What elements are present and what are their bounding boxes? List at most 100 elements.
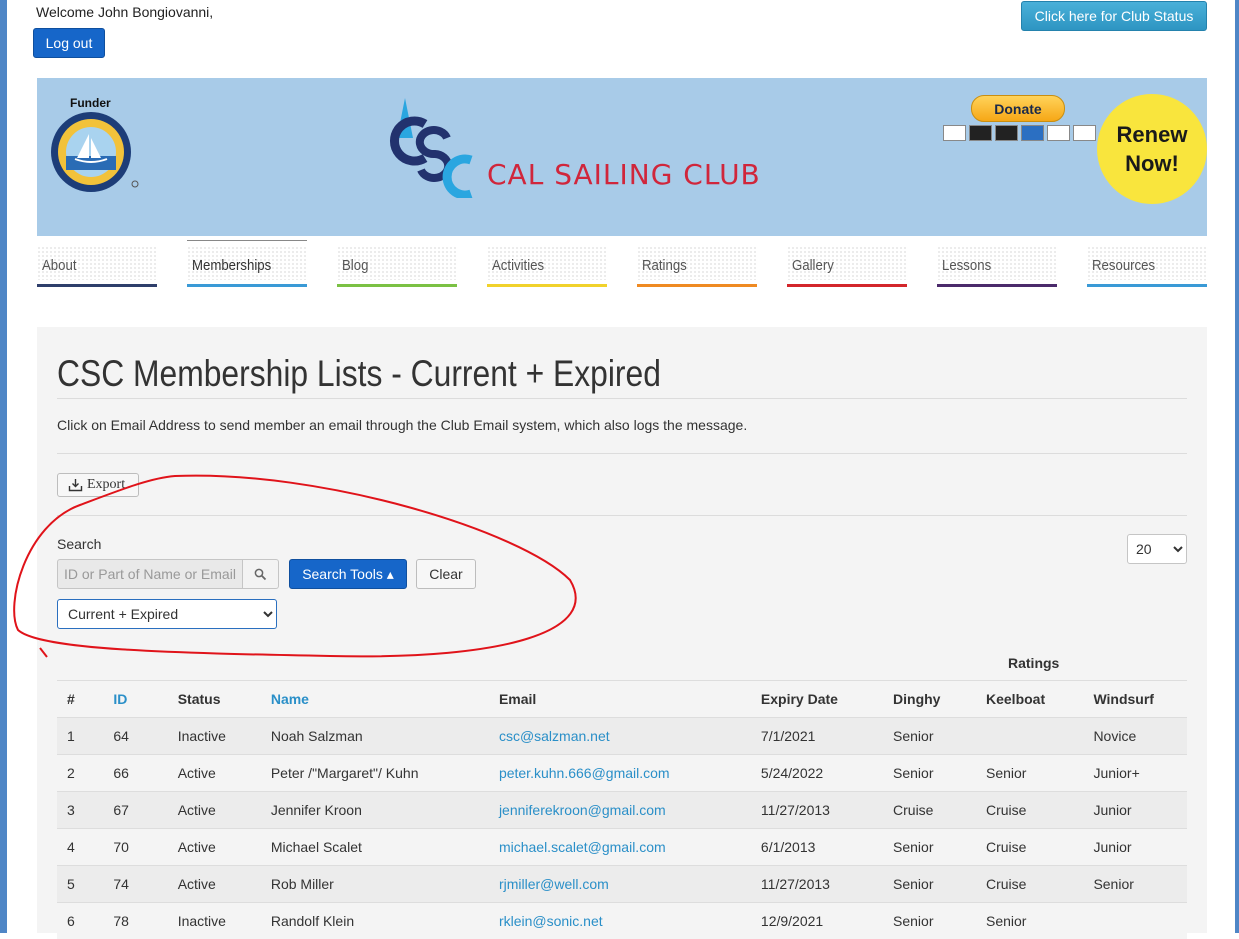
table-cell: 74 [103,866,167,903]
export-button[interactable]: Export [57,473,139,497]
table-cell: Michael Scalet [261,829,489,866]
nav-item-ratings[interactable]: Ratings [637,240,757,287]
nav-color-bar [37,284,157,287]
table-cell: 11/27/2013 [751,792,883,829]
table-body: 164InactiveNoah Salzmancsc@salzman.net7/… [57,718,1187,939]
intro-text: Click on Email Address to send member an… [57,417,747,433]
nav-item-label: Memberships [192,257,271,274]
column-header-keelboat: Keelboat [976,681,1083,718]
search-tools-button[interactable]: Search Tools ▴ [289,559,407,589]
welcome-message: Welcome John Bongiovanni, [36,4,213,20]
search-input[interactable] [57,559,243,589]
table-cell: Cruise [976,829,1083,866]
table-row: 470ActiveMichael Scaletmichael.scalet@gm… [57,829,1187,866]
ratings-group-header: Ratings [1008,655,1059,671]
logout-button[interactable]: Log out [33,28,105,58]
table-cell: Senior [883,718,976,755]
table-cell: Active [168,866,261,903]
table-cell: 67 [103,792,167,829]
donate-button[interactable]: Donate [971,95,1065,122]
member-email-link[interactable]: rklein@sonic.net [499,913,603,929]
status-filter-select[interactable]: Current + Expired [57,599,277,629]
column-header-email: Email [489,681,751,718]
table-cell: Senior [883,866,976,903]
nav-item-memberships[interactable]: Memberships [187,240,307,287]
table-cell [976,718,1083,755]
table-cell: Senior [976,755,1083,792]
clear-button[interactable]: Clear [416,559,476,589]
table-row: 367ActiveJennifer Kroonjenniferekroon@gm… [57,792,1187,829]
renew-now-badge[interactable]: RenewNow! [1097,94,1207,204]
table-header-row: #IDStatusNameEmailExpiry DateDinghyKeelb… [57,681,1187,718]
mastercard-icon [969,125,992,141]
table-cell: Inactive [168,903,261,939]
table-cell: 6/1/2013 [751,829,883,866]
table-cell: 5/24/2022 [751,755,883,792]
nav-item-lessons[interactable]: Lessons [937,240,1057,287]
renew-line-2: Now! [1125,151,1179,176]
download-icon [68,478,83,492]
table-cell: Senior [883,755,976,792]
nav-item-label: Lessons [942,257,991,274]
membership-table: #IDStatusNameEmailExpiry DateDinghyKeelb… [57,680,1187,939]
table-cell: csc@salzman.net [489,718,751,755]
magnifier-icon [254,568,267,581]
member-email-link[interactable]: michael.scalet@gmail.com [499,839,666,855]
table-row: 678InactiveRandolf Kleinrklein@sonic.net… [57,903,1187,939]
member-email-link[interactable]: rjmiller@well.com [499,876,609,892]
table-cell: Senior [976,903,1083,939]
member-email-link[interactable]: peter.kuhn.666@gmail.com [499,765,670,781]
nav-item-resources[interactable]: Resources [1087,240,1207,287]
column-header-windsurf: Windsurf [1083,681,1187,718]
page-title: CSC Membership Lists - Current + Expired [57,353,661,395]
nav-item-about[interactable]: About [37,240,157,287]
membership-panel: CSC Membership Lists - Current + Expired… [37,327,1207,933]
nav-item-label: Ratings [642,257,687,274]
column-header-dinghy: Dinghy [883,681,976,718]
table-cell: Rob Miller [261,866,489,903]
nav-item-activities[interactable]: Activities [487,240,607,287]
table-cell: peter.kuhn.666@gmail.com [489,755,751,792]
table-cell: Randolf Klein [261,903,489,939]
table-cell [1083,903,1187,939]
table-row: 164InactiveNoah Salzmancsc@salzman.net7/… [57,718,1187,755]
column-header-status: Status [168,681,261,718]
table-row: 574ActiveRob Millerrjmiller@well.com11/2… [57,866,1187,903]
table-cell: Senior [1083,866,1187,903]
column-header-expiry-date: Expiry Date [751,681,883,718]
nav-item-blog[interactable]: Blog [337,240,457,287]
divider [57,515,1187,516]
member-email-link[interactable]: jenniferekroon@gmail.com [499,802,666,818]
csc-logo-icon[interactable] [385,94,485,198]
table-cell: 70 [103,829,167,866]
funder-label: Funder [70,96,111,110]
search-submit-button[interactable] [242,559,279,589]
nav-color-bar [787,284,907,287]
club-name: CAL SAILING CLUB [487,158,761,191]
divider [57,398,1187,399]
table-cell: Senior [883,903,976,939]
export-label: Export [87,477,125,493]
visa-card-icon [943,125,966,141]
page-size-select[interactable]: 20 [1127,534,1187,564]
nav-item-label: Activities [492,257,544,274]
state-parks-seal-icon[interactable] [49,112,139,194]
table-cell: 66 [103,755,167,792]
column-header-id[interactable]: ID [103,681,167,718]
club-status-button[interactable]: Click here for Club Status [1021,1,1207,31]
table-cell: Active [168,755,261,792]
maestro-card-icon [995,125,1018,141]
table-cell: 1 [57,718,103,755]
nav-item-label: Blog [342,257,368,274]
table-cell: Novice [1083,718,1187,755]
table-cell: 78 [103,903,167,939]
table-row: 266ActivePeter /"Margaret"/ Kuhnpeter.ku… [57,755,1187,792]
column-header-name[interactable]: Name [261,681,489,718]
table-cell: Junior [1083,829,1187,866]
table-cell: Cruise [883,792,976,829]
member-email-link[interactable]: csc@salzman.net [499,728,610,744]
nav-color-bar [1087,284,1207,287]
nav-color-bar [337,284,457,287]
table-cell: Cruise [976,866,1083,903]
nav-item-gallery[interactable]: Gallery [787,240,907,287]
